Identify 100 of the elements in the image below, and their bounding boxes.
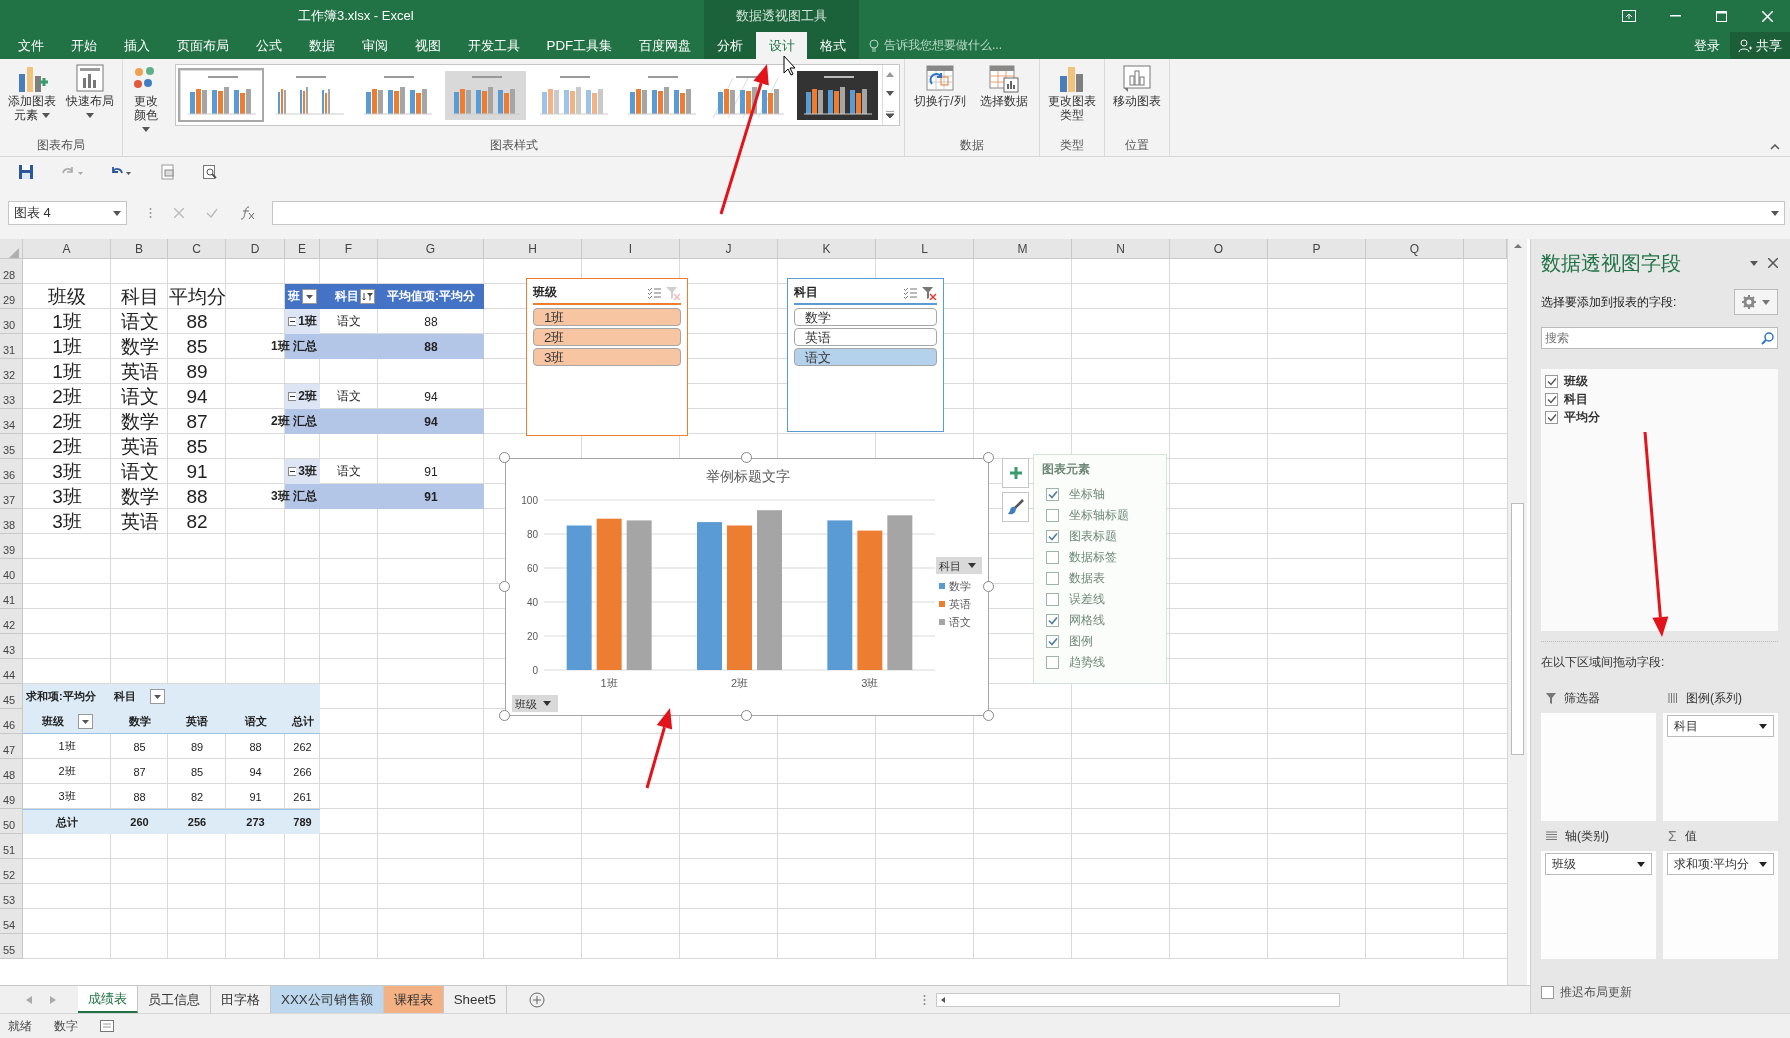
close-icon[interactable] [1768, 258, 1778, 268]
chart-style-thumbnail[interactable] [178, 68, 264, 122]
ribbon-tab[interactable]: PDF工具集 [533, 32, 626, 59]
checkbox[interactable] [1046, 509, 1059, 522]
tell-me-field[interactable]: 告诉我您想要做什么... [869, 32, 1002, 59]
slicer-item[interactable]: 2班 [533, 328, 681, 346]
resize-handle[interactable] [499, 581, 510, 592]
column-header[interactable]: A [23, 239, 111, 259]
checkbox[interactable] [1545, 392, 1558, 406]
resize-handle[interactable] [983, 710, 994, 721]
chart-style-thumbnail[interactable] [794, 68, 880, 122]
column-header[interactable]: D [226, 239, 285, 259]
checkbox[interactable] [1541, 986, 1554, 999]
multi-select-icon[interactable] [903, 286, 917, 299]
row-header[interactable]: 28 [0, 259, 23, 284]
row-header[interactable]: 50 [0, 809, 23, 834]
ribbon-button[interactable]: 更改图表类型 [1044, 62, 1100, 122]
checkbox[interactable] [1046, 593, 1059, 606]
resize-handle[interactable] [741, 452, 752, 463]
resize-handle[interactable] [983, 581, 994, 592]
row-header[interactable]: 37 [0, 484, 23, 509]
ribbon-display-icon[interactable] [1622, 10, 1636, 22]
ribbon-button[interactable]: 快速布局 [62, 62, 118, 122]
preview-icon[interactable] [202, 164, 218, 180]
ribbon-tab[interactable]: 视图 [401, 32, 454, 59]
row-header[interactable]: 51 [0, 834, 23, 859]
filter-dropdown-button[interactable] [77, 713, 93, 729]
sheet-tab[interactable]: 课程表 [383, 986, 444, 1013]
sheet-tab[interactable]: XXX公司销售额 [271, 986, 384, 1013]
ribbon-tab[interactable]: 分析 [704, 32, 756, 59]
minimize-icon[interactable] [1669, 15, 1681, 17]
slicer-item[interactable]: 英语 [794, 328, 937, 346]
filter-dropdown-button[interactable] [150, 689, 165, 704]
print-preview-icon[interactable] [160, 164, 176, 180]
filter-dropdown-button[interactable] [302, 289, 317, 304]
ribbon-button[interactable]: 移动图表 [1109, 62, 1165, 108]
ribbon-button[interactable]: 更改颜色 [127, 62, 165, 136]
column-header[interactable]: Q [1366, 239, 1464, 259]
row-header[interactable]: 44 [0, 659, 23, 684]
scroll-up-icon[interactable] [886, 72, 894, 78]
ribbon-tab[interactable]: 页面布局 [163, 32, 242, 59]
checkbox[interactable] [1046, 635, 1059, 648]
row-header[interactable]: 54 [0, 909, 23, 934]
ribbon-tab[interactable]: 开始 [57, 32, 110, 59]
add-sheet-icon[interactable] [528, 991, 545, 1008]
row-header[interactable]: 49 [0, 784, 23, 809]
name-box[interactable]: 图表 4 [8, 201, 127, 225]
resize-handle[interactable] [499, 710, 510, 721]
row-header[interactable]: 53 [0, 884, 23, 909]
row-header[interactable]: 39 [0, 534, 23, 559]
row-header[interactable]: 45 [0, 684, 23, 709]
row-header[interactable]: 46 [0, 709, 23, 734]
ribbon-tab[interactable]: 审阅 [348, 32, 401, 59]
row-header[interactable]: 34 [0, 409, 23, 434]
column-header[interactable]: J [680, 239, 778, 259]
horizontal-scrollbar[interactable] [936, 992, 1340, 1007]
column-header[interactable]: N [1072, 239, 1170, 259]
collapse-icon[interactable] [288, 317, 297, 326]
column-header[interactable]: L [876, 239, 974, 259]
resize-handle[interactable] [983, 452, 994, 463]
row-header[interactable]: 29 [0, 284, 23, 309]
macro-record-icon[interactable] [100, 1020, 114, 1032]
row-header[interactable]: 33 [0, 384, 23, 409]
chart-style-thumbnail[interactable] [442, 68, 528, 122]
previous-sheet-icon[interactable] [26, 995, 32, 1004]
tools-button[interactable] [1734, 289, 1778, 315]
row-header[interactable]: 47 [0, 734, 23, 759]
enter-icon[interactable] [206, 208, 218, 218]
legend-field-button[interactable]: 科目 [936, 557, 982, 574]
row-header[interactable]: 35 [0, 434, 23, 459]
ribbon-tab[interactable]: 格式 [807, 32, 859, 59]
row-header[interactable]: 36 [0, 459, 23, 484]
ribbon-button[interactable]: 切换行/列 [909, 62, 971, 108]
row-header[interactable]: 40 [0, 559, 23, 584]
field-dropdown[interactable]: 求和项:平均分 [1667, 853, 1774, 875]
sheet-tab[interactable]: 成绩表 [78, 986, 138, 1013]
maximize-icon[interactable] [1715, 10, 1727, 22]
multi-select-icon[interactable] [647, 286, 661, 299]
chart-elements-button[interactable] [1002, 458, 1029, 488]
column-header[interactable]: M [974, 239, 1072, 259]
chart-area[interactable]: 举例标题文字 0 20 40 60 80 100 1班 2班 3班 科目 数学 英语 语文 班级 [505, 458, 989, 716]
row-header[interactable]: 41 [0, 584, 23, 609]
collapse-icon[interactable] [288, 467, 297, 476]
checkbox[interactable] [1046, 614, 1059, 627]
column-header[interactable]: F [320, 239, 378, 259]
column-header[interactable]: B [111, 239, 168, 259]
sign-in-link[interactable]: 登录 [1694, 36, 1720, 55]
row-header[interactable]: 31 [0, 334, 23, 359]
ribbon-tab[interactable]: 开发工具 [454, 32, 533, 59]
column-header[interactable]: K [778, 239, 876, 259]
row-header[interactable]: 42 [0, 609, 23, 634]
ribbon-tab[interactable]: 数据 [295, 32, 348, 59]
row-header[interactable]: 52 [0, 859, 23, 884]
ribbon-tab[interactable]: 百度网盘 [625, 32, 705, 59]
function-icon[interactable] [240, 206, 256, 220]
column-header[interactable]: O [1170, 239, 1268, 259]
row-header[interactable]: 55 [0, 934, 23, 959]
row-header[interactable]: 32 [0, 359, 23, 384]
column-header[interactable]: G [378, 239, 484, 259]
column-header[interactable]: C [168, 239, 226, 259]
